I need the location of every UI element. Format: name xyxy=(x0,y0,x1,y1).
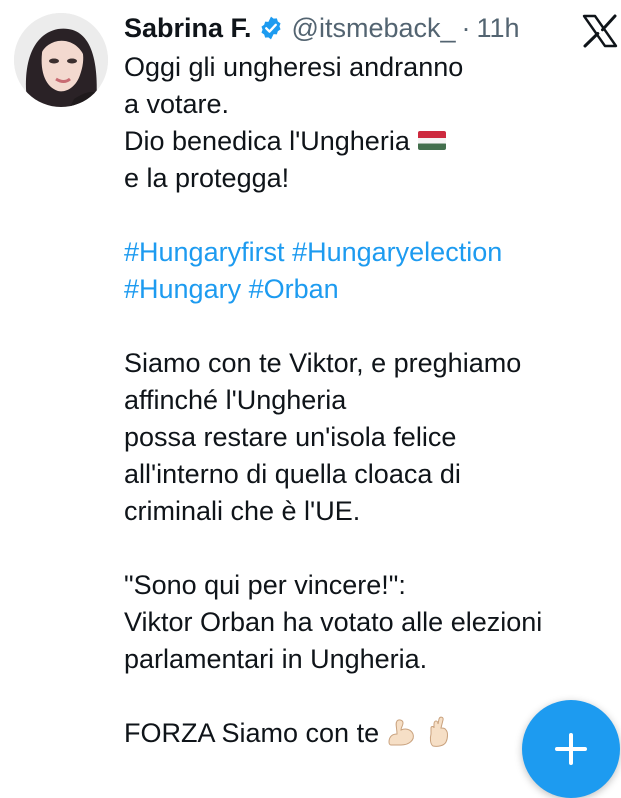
closing-text: FORZA Siamo con te xyxy=(124,718,380,748)
tweet-line: Oggi gli ungheresi andranno xyxy=(124,52,464,82)
tweet-line-text: Dio benedica l'Ungheria xyxy=(124,126,410,156)
tweet-line: possa restare un'isola felice xyxy=(124,422,457,452)
timestamp[interactable]: 11h xyxy=(477,13,520,44)
tweet-line: Viktor Orban ha votato alle elezioni xyxy=(124,607,543,637)
plus-icon xyxy=(555,733,587,765)
hashtag-line: #Hungary #Orban xyxy=(124,271,604,308)
compose-button[interactable] xyxy=(522,700,620,798)
hashtag-link[interactable]: #Hungaryfirst xyxy=(124,237,285,267)
x-logo-icon[interactable] xyxy=(582,14,618,48)
tweet-line: a votare. xyxy=(124,89,230,119)
tweet-line: "Sono qui per vincere!": xyxy=(124,570,406,600)
separator-dot: · xyxy=(461,12,471,43)
hashtag-link[interactable]: #Hungaryelection xyxy=(292,237,502,267)
crossed-fingers-emoji xyxy=(423,716,455,748)
tweet-line: e la protegga! xyxy=(124,163,290,193)
tweet-header: Sabrina F. @itsmeback_ · 11h xyxy=(124,10,520,46)
tweet-line: affinché l'Ungheria xyxy=(124,385,347,415)
tweet-line: Dio benedica l'Ungheria xyxy=(124,123,604,160)
tweet-line: Siamo con te Viktor, e preghiamo xyxy=(124,348,522,378)
hashtag-link[interactable]: #Hungary xyxy=(124,274,241,304)
hungary-flag-emoji xyxy=(417,131,446,151)
user-handle[interactable]: @itsmeback_ xyxy=(292,13,456,44)
tweet-line: criminali che è l'UE. xyxy=(124,496,361,526)
avatar[interactable] xyxy=(14,13,108,107)
hashtag-line: #Hungaryfirst #Hungaryelection xyxy=(124,234,604,271)
tweet-line: all'interno di quella cloaca di xyxy=(124,459,461,489)
hashtag-link[interactable]: #Orban xyxy=(249,274,339,304)
tweet-text: Oggi gli ungheresi andranno a votare. Di… xyxy=(124,49,604,752)
flexed-biceps-emoji xyxy=(385,716,417,748)
avatar-image xyxy=(14,13,108,107)
verified-badge-icon xyxy=(258,15,284,41)
display-name[interactable]: Sabrina F. xyxy=(124,13,252,44)
tweet-line: parlamentari in Ungheria. xyxy=(124,644,428,674)
